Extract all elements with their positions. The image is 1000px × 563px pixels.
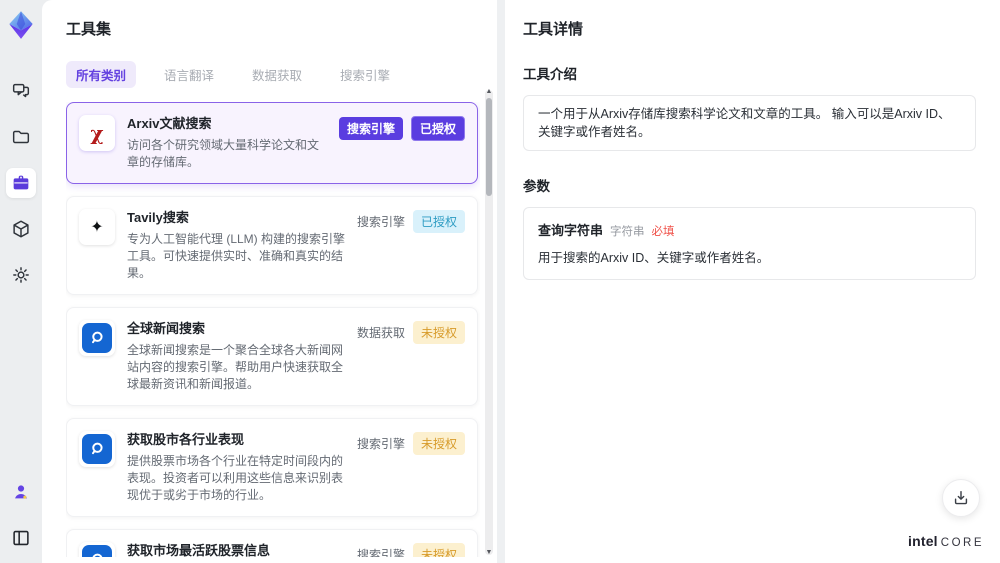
tool-list: χ Arxiv文献搜索 访问各个研究领域大量科学论文和文章的存储库。 搜索引擎 … [66,102,480,557]
tool-title: 全球新闻搜索 [127,321,206,336]
parameter-item: 查询字符串 字符串 必填 用于搜索的Arxiv ID、关键字或作者姓名。 [523,207,976,280]
tool-description: 访问各个研究领域大量科学论文和文章的存储库。 [127,138,320,169]
tool-title: Arxiv文献搜索 [127,116,212,131]
left-rail [0,0,42,563]
scroll-up-arrow[interactable]: ▲ [485,88,493,96]
param-required-badge: 必填 [651,226,675,238]
tool-card[interactable]: 获取股市各行业表现 提供股票市场各个行业在特定时间段内的表现。投资者可以利用这些… [66,418,478,517]
category-tab[interactable]: 数据获取 [242,61,312,88]
category-tab[interactable]: 所有类别 [66,61,137,88]
tool-list-pane: 工具集 所有类别 语言翻译 数据获取 搜索引擎 χ Arxiv文献搜索 访问各个… [42,0,497,563]
param-description: 用于搜索的Arxiv ID、关键字或作者姓名。 [538,251,770,265]
tool-title: 获取股市各行业表现 [127,432,245,447]
tool-category-tag: 搜索引擎 [338,117,403,140]
tool-category-tag: 搜索引擎 [356,437,405,451]
download-icon [954,491,968,505]
tool-card[interactable]: χ Arxiv文献搜索 访问各个研究领域大量科学论文和文章的存储库。 搜索引擎 … [66,102,478,184]
settings-gear-icon[interactable] [6,260,36,290]
tool-status-badge: 已授权 [410,116,465,141]
tool-status-badge: 已授权 [412,210,465,233]
stock-sector-app-icon [79,431,115,467]
chat-icon[interactable] [6,76,36,106]
toolbox-icon[interactable] [6,168,36,198]
param-name: 查询字符串 [538,223,604,238]
pane-divider [497,0,505,563]
panel-toggle-icon[interactable] [6,523,36,553]
active-stocks-app-icon [79,542,115,557]
intro-heading: 工具介绍 [523,67,577,82]
arxiv-icon: χ [79,115,115,151]
tool-category-tag: 数据获取 [356,326,405,340]
tool-status-badge: 未授权 [412,543,465,557]
tool-category-tag: 搜索引擎 [356,215,405,229]
cube-icon[interactable] [6,214,36,244]
scroll-down-arrow[interactable]: ▼ [485,549,493,557]
tool-card[interactable]: 获取市场最活跃股票信息 提供当天交易量最高的股票列表，投资者可以利用这些信息来识… [66,529,478,557]
logo-gem-icon [4,8,38,42]
category-tabs: 所有类别 语言翻译 数据获取 搜索引擎 [66,61,497,88]
tool-detail-pane: 工具详情 工具介绍 一个用于从Arxiv存储库搜索科学论文和文章的工具。 输入可… [505,0,1000,563]
folder-icon[interactable] [6,122,36,152]
tool-card[interactable]: ✦ Tavily搜索 专为人工智能代理 (LLM) 构建的搜索引擎工具。可快速提… [66,196,478,295]
news-search-app-icon [79,320,115,356]
tool-status-badge: 未授权 [412,432,465,455]
download-button[interactable] [942,479,980,517]
tavily-icon: ✦ [79,209,115,245]
tool-description: 全球新闻搜索是一个聚合全球各大新闻网站内容的搜索引擎。帮助用户快速获取全球最新资… [127,343,344,391]
main-area: 工具集 所有类别 语言翻译 数据获取 搜索引擎 χ Arxiv文献搜索 访问各个… [42,0,1000,563]
params-heading: 参数 [523,179,550,194]
detail-title: 工具详情 [523,21,584,38]
page-title: 工具集 [66,21,112,38]
tool-card[interactable]: 全球新闻搜索 全球新闻搜索是一个聚合全球各大新闻网站内容的搜索引擎。帮助用户快速… [66,307,478,406]
intel-core-logo: intel core [907,533,984,549]
tool-status-badge: 未授权 [412,321,465,344]
tool-category-tag: 搜索引擎 [356,548,405,557]
list-scrollbar[interactable]: ▲ ▼ [485,88,493,557]
category-tab[interactable]: 语言翻译 [154,61,224,88]
user-icon[interactable] [6,477,36,507]
tool-description: 专为人工智能代理 (LLM) 构建的搜索引擎工具。可快速提供实时、准确和真实的结… [127,232,346,280]
tool-intro-text: 一个用于从Arxiv存储库搜索科学论文和文章的工具。 输入可以是Arxiv ID… [523,95,976,151]
tool-title: Tavily搜索 [127,210,189,225]
scrollbar-thumb[interactable] [486,98,492,196]
tool-title: 获取市场最活跃股票信息 [127,543,271,557]
category-tab[interactable]: 搜索引擎 [330,61,400,88]
param-type: 字符串 [610,226,645,238]
tool-description: 提供股票市场各个行业在特定时间段内的表现。投资者可以利用这些信息来识别表现优于或… [127,454,344,502]
